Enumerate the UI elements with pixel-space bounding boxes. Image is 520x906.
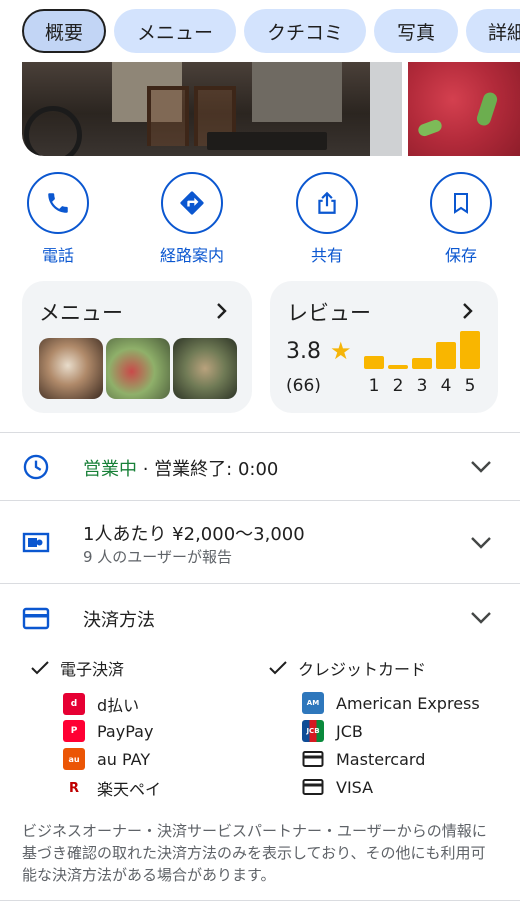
tab-overview[interactable]: 概要: [22, 9, 106, 53]
food-photo[interactable]: [408, 62, 520, 156]
call-button[interactable]: 電話: [18, 172, 98, 266]
payment-item-label: d払い: [97, 696, 140, 715]
closing-time: 営業終了: 0:00: [154, 459, 279, 480]
chevron-right-icon: [463, 303, 473, 319]
call-label: 電話: [41, 246, 74, 265]
rating-bar-label: 4: [440, 376, 452, 396]
open-status: 営業中: [83, 459, 137, 480]
storefront-photo[interactable]: [22, 62, 402, 156]
rating-bar-3: [412, 358, 432, 369]
check-icon: [31, 661, 49, 675]
clock-icon: [23, 454, 49, 480]
chevron-down-icon[interactable]: [470, 460, 492, 474]
phone-icon: [48, 193, 68, 213]
payment-item: JCB JCB: [302, 720, 363, 742]
payment-item: AM American Express: [302, 692, 480, 714]
directions-icon: [180, 191, 204, 215]
rating-bar-label: 1: [368, 376, 380, 396]
electronic-payment-label: 電子決済: [60, 660, 125, 679]
rating-value: 3.8: [286, 339, 321, 364]
payment-item-label: 楽天ペイ: [97, 780, 162, 799]
rating-bar-5: [460, 331, 480, 369]
hours-row[interactable]: 営業中 · 営業終了: 0:00: [83, 455, 278, 481]
share-icon: [318, 191, 336, 214]
price-range: 1人あたり ¥2,000～3,000: [83, 524, 305, 545]
share-label: 共有: [310, 246, 343, 265]
rating-bar-label: 2: [392, 376, 404, 396]
bookmark-icon: [454, 193, 468, 214]
directions-label: 経路案内: [159, 246, 224, 265]
payment-item: au au PAY: [63, 748, 150, 770]
payment-item-label: au PAY: [97, 749, 151, 769]
rating-bar-1: [364, 356, 384, 369]
tab-bar: 概要 メニュー クチコミ 写真 詳細: [0, 0, 520, 62]
payment-title: 決済方法: [83, 610, 155, 631]
payment-item-label: American Express: [336, 693, 480, 713]
save-label: 保存: [444, 246, 477, 265]
price-icon: [22, 532, 50, 553]
divider: [0, 900, 520, 901]
payment-disclaimer: ビジネスオーナー・決済サービスパートナー・ユーザーからの情報に基づき確認の取れた…: [22, 822, 487, 884]
check-icon: [269, 661, 287, 675]
directions-button[interactable]: 経路案内: [152, 172, 232, 266]
save-button[interactable]: 保存: [421, 172, 501, 266]
payment-item-label: JCB: [336, 721, 363, 741]
credit-card-icon: [22, 607, 50, 630]
divider: [0, 500, 520, 501]
card-icon: [302, 751, 324, 767]
menu-card[interactable]: メニュー: [22, 281, 252, 413]
chevron-right-icon: [217, 303, 227, 319]
divider: [0, 583, 520, 584]
payment-item: Mastercard: [302, 748, 425, 770]
review-count: (66): [286, 376, 321, 396]
menu-card-title: メニュー: [39, 301, 123, 325]
rating-bar-2: [388, 365, 408, 369]
payment-item: P PayPay: [63, 720, 153, 742]
chevron-down-icon[interactable]: [470, 536, 492, 550]
rating-bar-label: 5: [464, 376, 476, 396]
payment-item: R 楽天ペイ: [63, 776, 161, 800]
share-button[interactable]: 共有: [287, 172, 367, 266]
payment-item: VISA: [302, 776, 373, 798]
review-card-title: レビュー: [287, 301, 371, 325]
paypay-logo-icon: P: [63, 720, 85, 742]
credit-card-heading: クレジットカード: [268, 656, 426, 680]
rating-bar-4: [436, 342, 456, 369]
payment-item: d d払い: [63, 692, 139, 716]
rating-bar-label: 3: [416, 376, 428, 396]
divider: [0, 432, 520, 433]
photo-strip[interactable]: [22, 62, 520, 156]
tab-photos[interactable]: 写真: [374, 9, 458, 53]
amex-logo-icon: AM: [302, 692, 324, 714]
hours-separator: ·: [137, 459, 155, 480]
price-reporters: 9 人のユーザーが報告: [83, 548, 233, 566]
jcb-logo-icon: JCB: [302, 720, 324, 742]
tab-menu[interactable]: メニュー: [114, 9, 236, 53]
electronic-payment-heading: 電子決済: [30, 656, 124, 680]
payment-item-label: Mastercard: [336, 749, 426, 769]
credit-card-label: クレジットカード: [298, 660, 427, 679]
star-icon: ★: [330, 337, 352, 365]
tab-reviews[interactable]: クチコミ: [244, 9, 366, 53]
menu-photo-3[interactable]: [173, 338, 237, 399]
rating-distribution: [364, 331, 484, 369]
card-icon: [302, 779, 324, 795]
menu-photo-1[interactable]: [39, 338, 103, 399]
payment-item-label: PayPay: [97, 721, 154, 741]
payment-item-label: VISA: [336, 777, 374, 797]
tab-details[interactable]: 詳細: [466, 9, 520, 53]
au-pay-logo-icon: au: [63, 748, 85, 770]
review-card[interactable]: レビュー 3.8 ★ (66) 12345: [270, 281, 498, 413]
rakuten-pay-logo-icon: R: [63, 777, 85, 799]
menu-photo-2[interactable]: [106, 338, 170, 399]
d-barai-logo-icon: d: [63, 693, 85, 715]
chevron-down-icon[interactable]: [470, 611, 492, 625]
